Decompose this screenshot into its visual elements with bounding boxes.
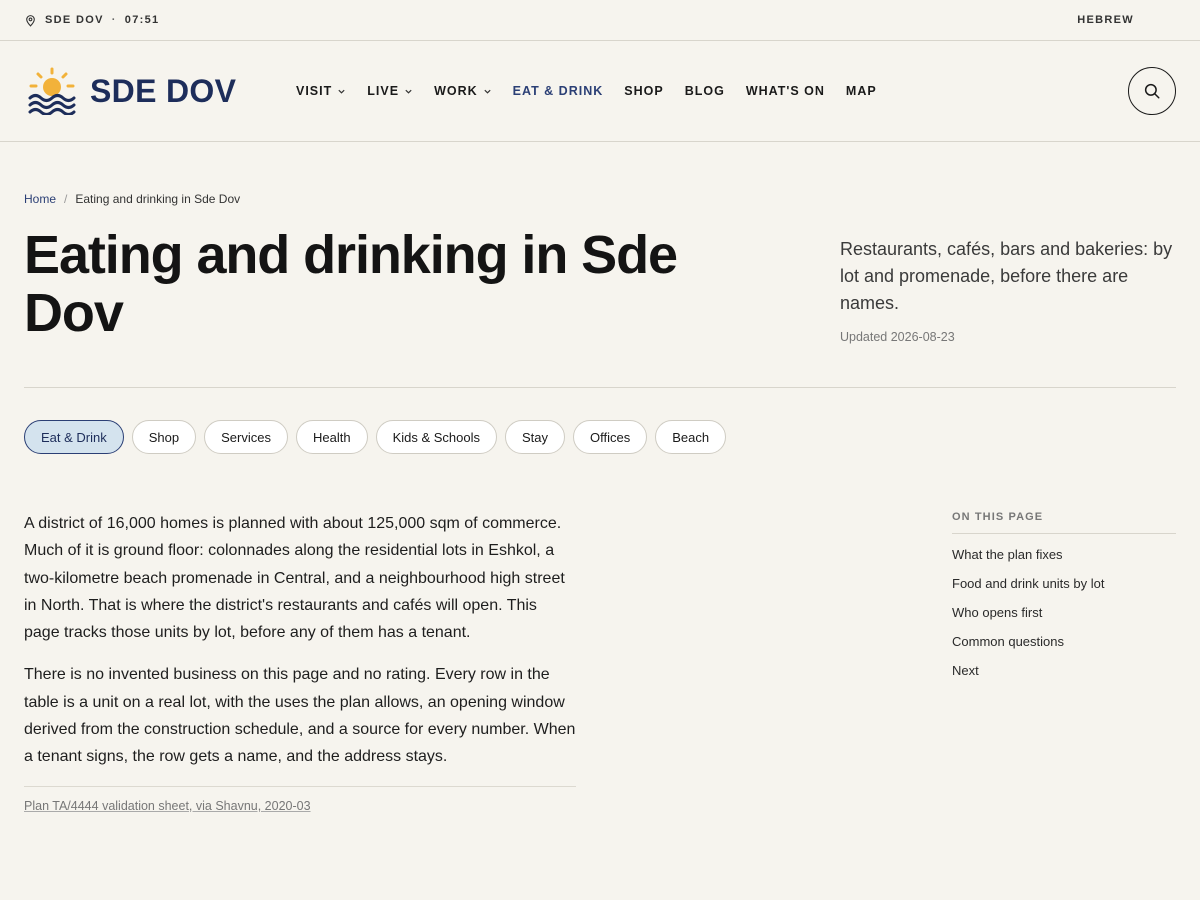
search-icon bbox=[1144, 83, 1160, 99]
source-note: Plan TA/4444 validation sheet, via Shavn… bbox=[24, 785, 576, 813]
toc-link-who-opens-first[interactable]: Who opens first bbox=[952, 605, 1042, 620]
on-this-page: ON THIS PAGE What the plan fixes Food an… bbox=[952, 511, 1176, 691]
nav-item-label: LIVE bbox=[367, 84, 400, 98]
toc-link-common-questions[interactable]: Common questions bbox=[952, 634, 1064, 649]
page-lede: Restaurants, cafés, bars and bakeries: b… bbox=[840, 239, 1173, 313]
utility-bar: SDE DOV · 07:51 HEBREW bbox=[0, 0, 1200, 41]
nav-item-live[interactable]: LIVE bbox=[367, 84, 413, 98]
location-time: SDE DOV · 07:51 bbox=[24, 14, 159, 27]
article-body: A district of 16,000 homes is planned wi… bbox=[24, 510, 576, 813]
category-pill-eat-drink[interactable]: Eat & Drink bbox=[24, 420, 124, 454]
toc-list: What the plan fixes Food and drink units… bbox=[952, 546, 1176, 691]
nav-item-blog[interactable]: BLOG bbox=[685, 84, 725, 98]
language-switch[interactable]: HEBREW bbox=[1077, 14, 1134, 26]
nav-item-label: WORK bbox=[434, 84, 478, 98]
chevron-down-icon bbox=[405, 89, 412, 94]
brand-logo-link[interactable]: SDE DOV bbox=[28, 67, 269, 115]
category-pill-services[interactable]: Services bbox=[204, 420, 288, 454]
map-pin-icon bbox=[26, 14, 35, 27]
toc-link-units-by-lot[interactable]: Food and drink units by lot bbox=[952, 576, 1104, 591]
nav-item-map[interactable]: MAP bbox=[846, 84, 877, 98]
location-label: SDE DOV bbox=[45, 14, 104, 26]
nav-item-eat-drink[interactable]: EAT & DRINK bbox=[513, 84, 604, 98]
clock-time: 07:51 bbox=[124, 14, 160, 26]
method-paragraph: There is no invented business on this pa… bbox=[24, 666, 576, 766]
site-header: SDE DOV VISIT LIVE WORK EAT & DRINK SHOP… bbox=[0, 41, 1200, 142]
category-filter: Eat & Drink Shop Services Health Kids & … bbox=[24, 420, 727, 454]
nav-item-label: VISIT bbox=[296, 84, 333, 98]
category-pill-health[interactable]: Health bbox=[295, 420, 368, 454]
toc-link-next[interactable]: Next bbox=[952, 663, 979, 678]
category-pill-kids-schools[interactable]: Kids & Schools bbox=[375, 420, 497, 454]
breadcrumb-home-link[interactable]: Home bbox=[24, 192, 56, 206]
main-nav: VISIT LIVE WORK EAT & DRINK SHOP BLOG WH… bbox=[296, 84, 877, 98]
intro-paragraph: A district of 16,000 homes is planned wi… bbox=[24, 515, 565, 642]
chevron-down-icon bbox=[338, 89, 345, 94]
chevron-down-icon bbox=[484, 89, 491, 94]
search-button[interactable] bbox=[1128, 67, 1176, 115]
page-title: Eating and drinking in Sde Dov bbox=[24, 225, 678, 343]
sun-waves-logo-icon bbox=[28, 67, 76, 115]
toc-heading: ON THIS PAGE bbox=[952, 511, 1176, 534]
updated-date: Updated 2026-08-23 bbox=[840, 330, 955, 344]
nav-item-whats-on[interactable]: WHAT'S ON bbox=[746, 84, 825, 98]
source-link-text: Plan TA/4444 validation sheet, via Shavn… bbox=[24, 798, 311, 813]
nav-item-work[interactable]: WORK bbox=[434, 84, 492, 98]
breadcrumb-separator: / bbox=[64, 192, 68, 206]
breadcrumb: Home / Eating and drinking in Sde Dov bbox=[24, 192, 240, 206]
nav-item-shop[interactable]: SHOP bbox=[624, 84, 663, 98]
divider bbox=[24, 387, 1176, 388]
category-pill-beach[interactable]: Beach bbox=[655, 420, 727, 454]
category-pill-offices[interactable]: Offices bbox=[573, 420, 648, 454]
toc-link-plan-fixes[interactable]: What the plan fixes bbox=[952, 547, 1063, 562]
source-link[interactable]: Plan TA/4444 validation sheet, via Shavn… bbox=[24, 799, 311, 813]
category-pill-stay[interactable]: Stay bbox=[505, 420, 566, 454]
brand-name: SDE DOV bbox=[90, 72, 237, 109]
breadcrumb-current: Eating and drinking in Sde Dov bbox=[75, 192, 241, 206]
nav-item-visit[interactable]: VISIT bbox=[296, 84, 346, 98]
separator-dot: · bbox=[111, 14, 117, 26]
category-pill-shop[interactable]: Shop bbox=[131, 420, 197, 454]
